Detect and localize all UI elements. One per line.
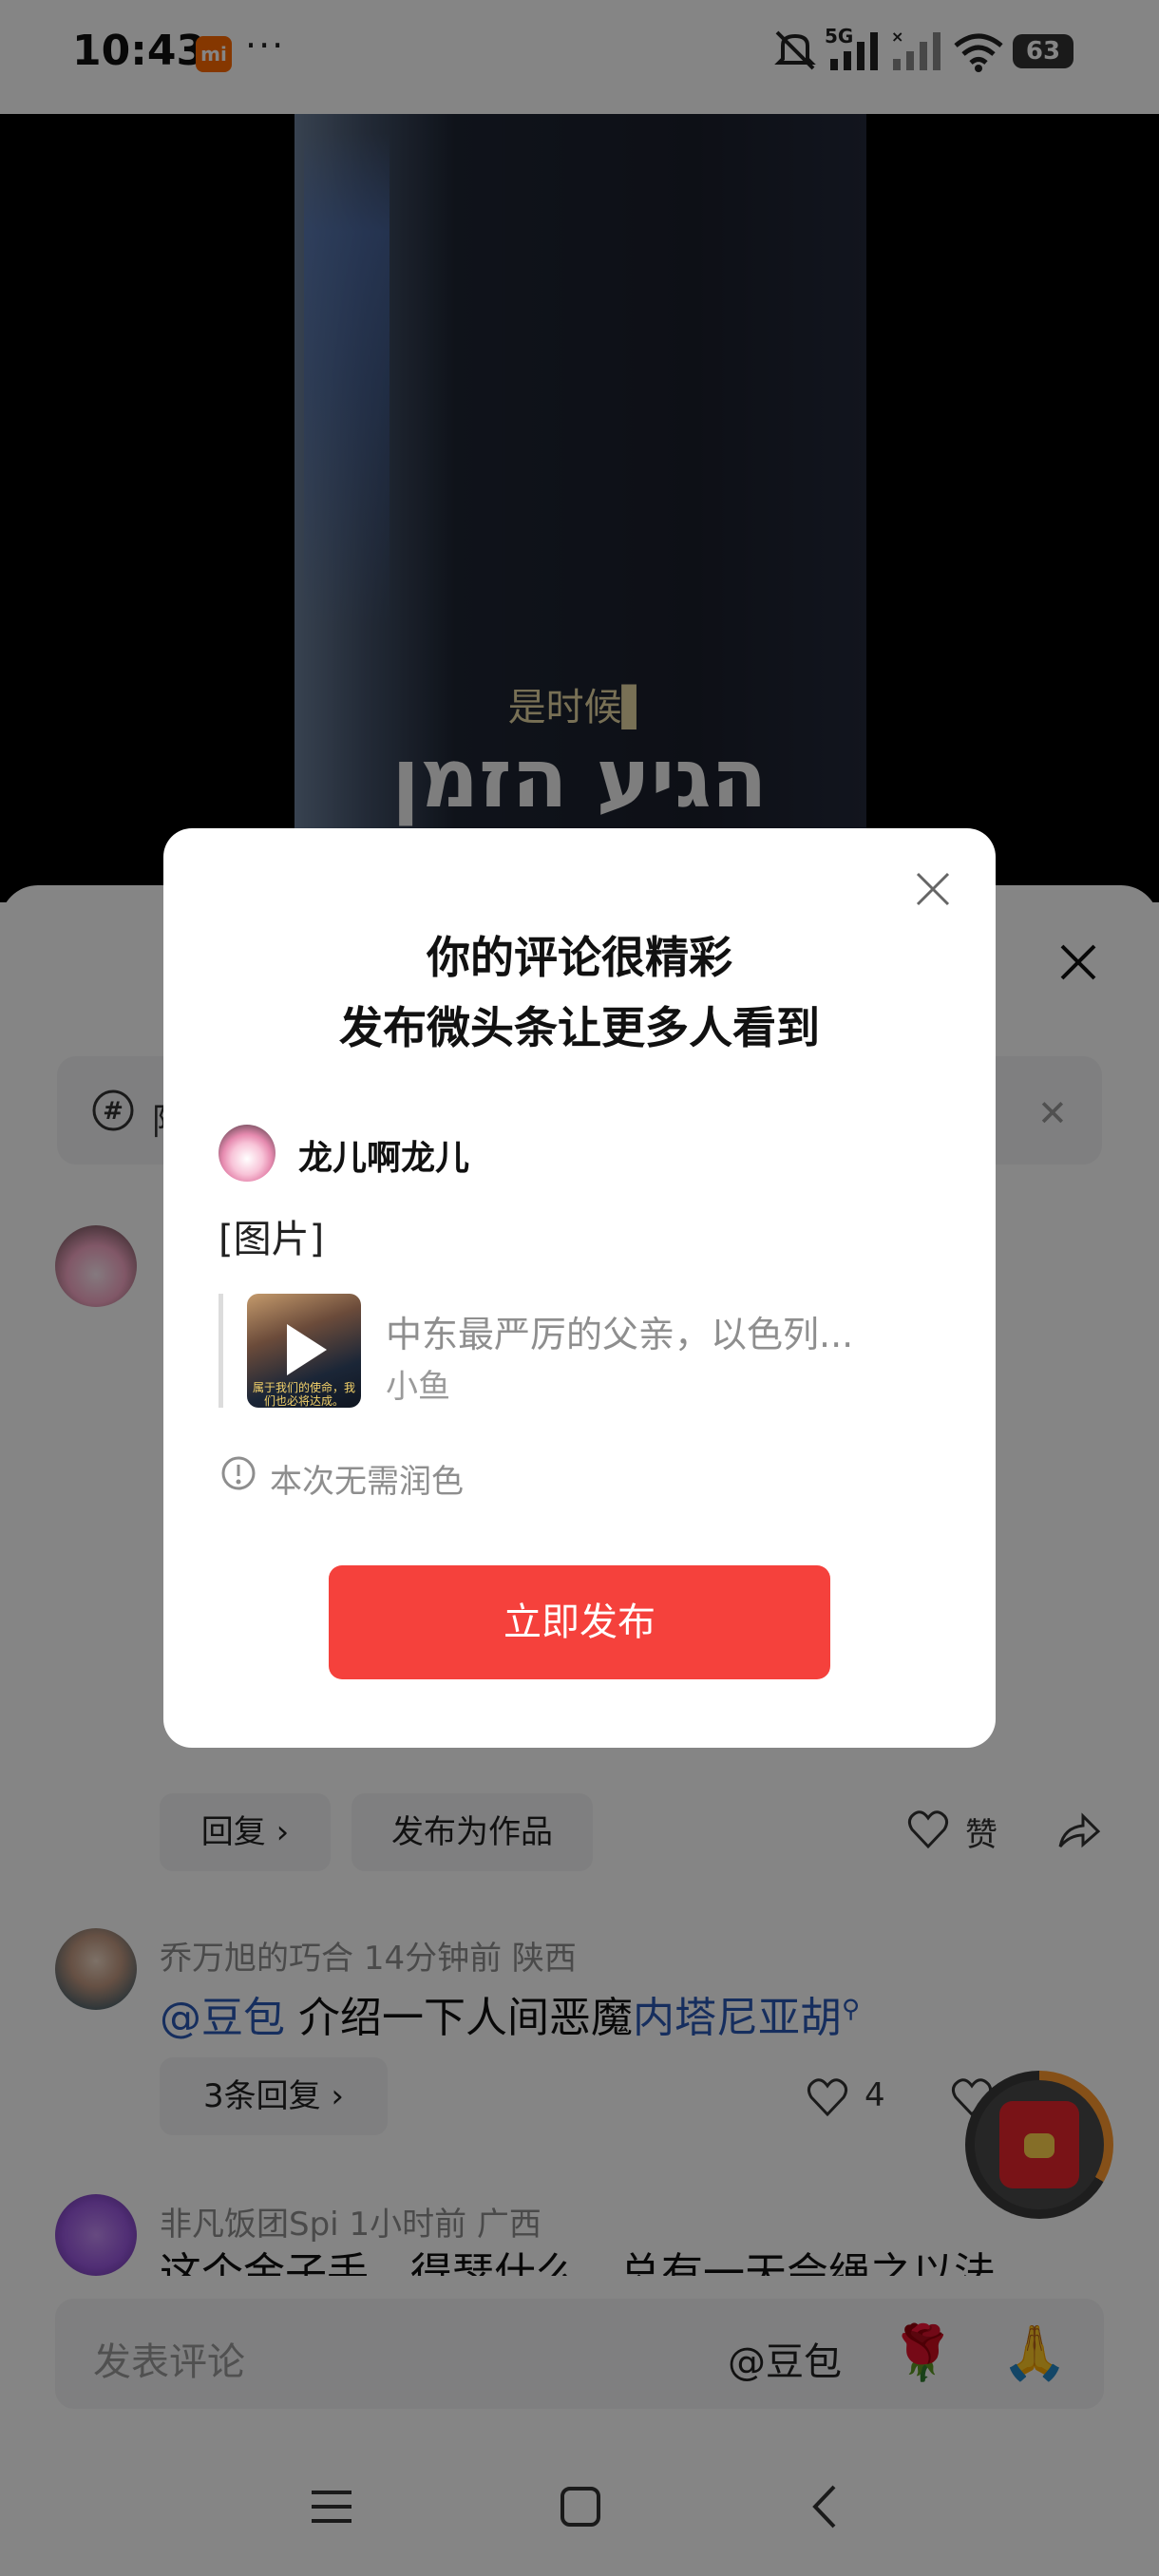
- play-icon: [287, 1324, 327, 1375]
- thumbnail-caption: 属于我们的使命，我们也必将达成。: [252, 1381, 355, 1408]
- publish-now-button[interactable]: 立即发布: [329, 1565, 830, 1679]
- username: 龙儿啊龙儿: [298, 1139, 470, 1178]
- avatar: [218, 1125, 276, 1182]
- info-icon: [221, 1456, 256, 1490]
- dialog-title: 你的评论很精彩: [427, 932, 732, 983]
- quoted-video-title: 中东最严厉的父亲，以色列...: [386, 1314, 854, 1355]
- dialog-subtitle: 发布微头条让更多人看到: [339, 1002, 820, 1053]
- quote-divider: [218, 1294, 223, 1408]
- close-dialog-icon[interactable]: [910, 866, 956, 912]
- polish-notice: 本次无需润色: [270, 1463, 464, 1501]
- post-content: [图片]: [218, 1218, 325, 1261]
- quoted-video-author: 小鱼: [386, 1368, 450, 1406]
